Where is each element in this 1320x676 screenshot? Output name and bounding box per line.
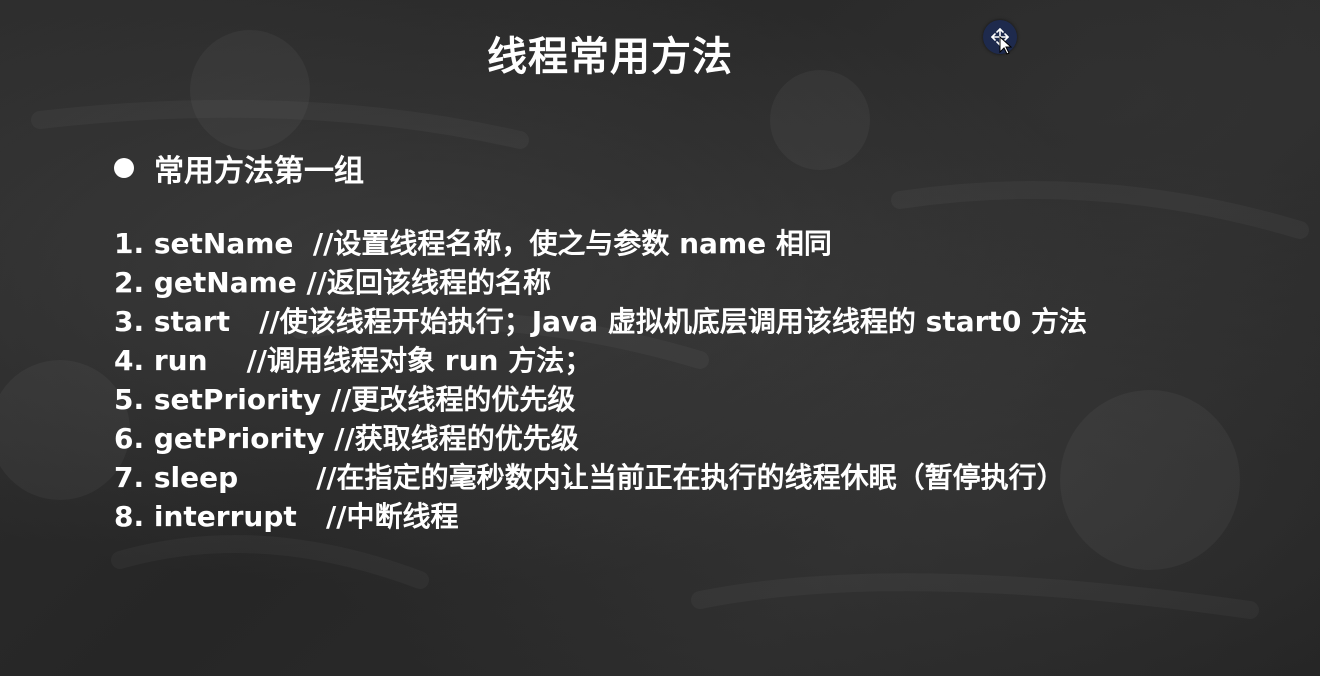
method-number: 7. [114, 461, 145, 494]
method-comment: //更改线程的优先级 [330, 383, 576, 416]
method-number: 3. [114, 305, 145, 338]
method-name: getPriority [153, 422, 325, 455]
method-comment: //中断线程 [326, 500, 459, 533]
method-number: 6. [114, 422, 145, 455]
method-number: 8. [114, 500, 145, 533]
method-comment: //调用线程对象 run 方法； [246, 344, 593, 377]
method-item: 3. start //使该线程开始执行；Java 虚拟机底层调用该线程的 sta… [114, 302, 1087, 341]
method-comment: //返回该线程的名称 [306, 266, 552, 299]
method-item: 4. run //调用线程对象 run 方法； [114, 341, 1087, 380]
method-comment: //在指定的毫秒数内让当前正在执行的线程休眠（暂停执行） [316, 461, 1065, 494]
method-number: 4. [114, 344, 145, 377]
method-gap [297, 266, 307, 299]
method-item: 7. sleep //在指定的毫秒数内让当前正在执行的线程休眠（暂停执行） [114, 458, 1087, 497]
method-name: setPriority [153, 383, 322, 416]
method-item: 1. setName //设置线程名称，使之与参数 name 相同 [114, 224, 1087, 263]
method-name: interrupt [153, 500, 297, 533]
method-name: setName [153, 227, 294, 260]
method-item: 6. getPriority //获取线程的优先级 [114, 419, 1087, 458]
method-comment: //获取线程的优先级 [334, 422, 579, 455]
method-number: 5. [114, 383, 145, 416]
method-name: sleep [153, 461, 239, 494]
mouse-pointer-icon [999, 36, 1013, 55]
method-list: 1. setName //设置线程名称，使之与参数 name 相同 2. get… [114, 224, 1087, 536]
method-gap [293, 227, 313, 260]
method-gap [321, 383, 331, 416]
method-name: getName [153, 266, 297, 299]
method-comment: //使该线程开始执行；Java 虚拟机底层调用该线程的 start0 方法 [259, 305, 1088, 338]
method-gap [238, 461, 316, 494]
method-item: 8. interrupt //中断线程 [114, 497, 1087, 536]
slide-title: 线程常用方法 [487, 34, 733, 80]
method-comment: //设置线程名称，使之与参数 name 相同 [312, 227, 832, 260]
method-gap [297, 500, 326, 533]
bullet-icon [114, 158, 134, 178]
method-number: 2. [114, 266, 145, 299]
section-heading-row: 常用方法第一组 [114, 146, 364, 190]
section-heading: 常用方法第一组 [154, 154, 364, 189]
method-name: start [153, 305, 231, 338]
method-gap [230, 305, 259, 338]
method-item: 5. setPriority //更改线程的优先级 [114, 380, 1087, 419]
method-number: 1. [114, 227, 145, 260]
method-gap [325, 422, 335, 455]
method-item: 2. getName //返回该线程的名称 [114, 263, 1087, 302]
method-gap [208, 344, 247, 377]
method-name: run [153, 344, 208, 377]
